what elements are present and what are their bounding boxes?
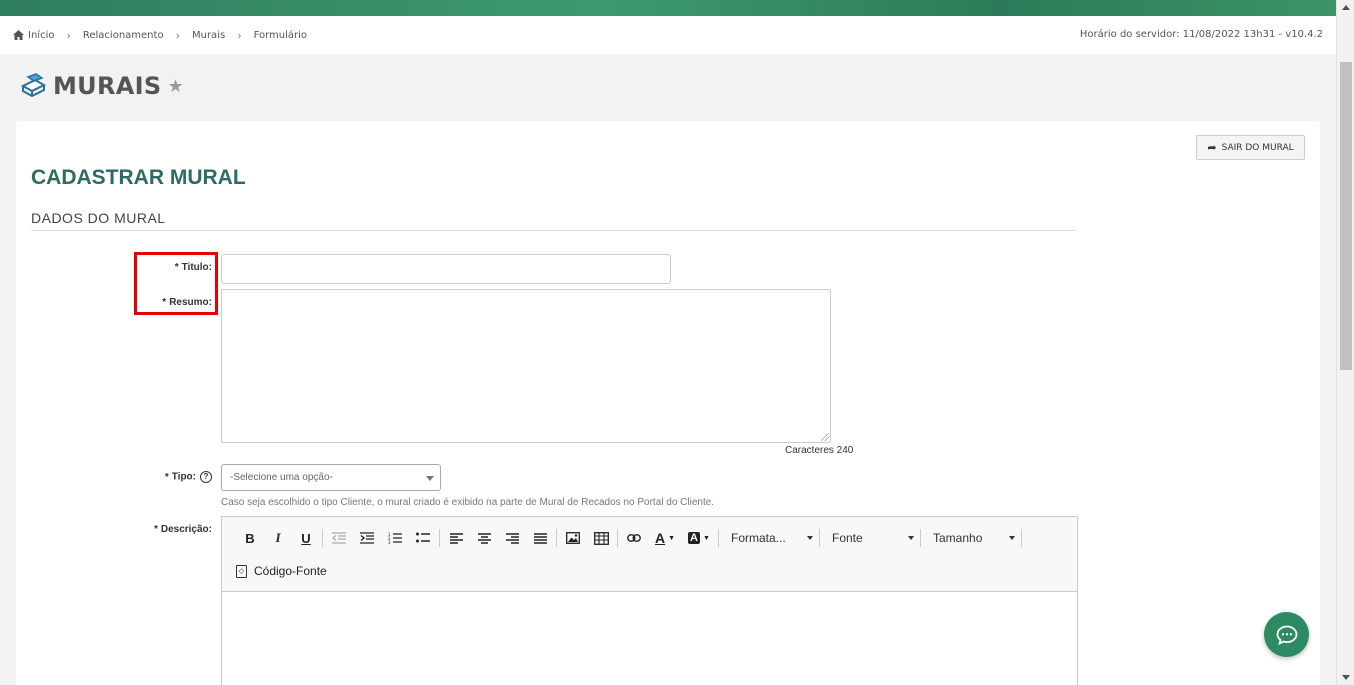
toolbar-separator: [718, 529, 719, 547]
underline-icon[interactable]: U: [292, 526, 320, 550]
editor-toolbar: B I U 123 A ▼ A ▼ Formata... Fonte Taman…: [222, 517, 1077, 592]
toolbar-separator: [322, 529, 323, 547]
breadcrumb-formulario: Formulário: [253, 29, 308, 41]
share-arrow-icon: ➦: [1207, 141, 1217, 154]
caret-down-icon: [807, 536, 813, 540]
toolbar-separator: [920, 529, 921, 547]
resize-handle[interactable]: [821, 433, 829, 441]
breadcrumb-murais[interactable]: Murais: [192, 30, 225, 41]
tipo-select-value: -Selecione uma opção-: [230, 472, 333, 483]
scroll-up-icon[interactable]: [1342, 5, 1350, 10]
bullet-list-icon[interactable]: [409, 526, 437, 550]
breadcrumb-home[interactable]: Início: [13, 30, 54, 41]
exit-mural-button[interactable]: ➦ SAIR DO MURAL: [1196, 135, 1305, 160]
tipo-hint: Caso seja escolhido o tipo Cliente, o mu…: [221, 497, 715, 508]
font-dropdown[interactable]: Fonte: [822, 526, 918, 550]
image-icon[interactable]: [559, 526, 587, 550]
titulo-label: * Titulo:: [174, 262, 212, 273]
background-color-icon[interactable]: A ▼: [682, 526, 716, 550]
align-right-icon[interactable]: [498, 526, 526, 550]
breadcrumb-relacionamento[interactable]: Relacionamento: [83, 30, 164, 41]
home-icon: [13, 30, 24, 40]
resumo-label: * Resumo:: [162, 297, 212, 308]
link-icon[interactable]: [620, 526, 648, 550]
page-title: MURAIS: [53, 72, 162, 100]
exit-mural-label: SAIR DO MURAL: [1221, 142, 1294, 153]
align-left-icon[interactable]: [442, 526, 470, 550]
breadcrumb-home-label: Início: [28, 29, 55, 41]
tipo-label: * Tipo:?: [92, 471, 212, 483]
top-accent-bar: [0, 0, 1336, 16]
breadcrumb: Início › Relacionamento › Murais › Formu…: [0, 16, 1336, 54]
align-center-icon[interactable]: [470, 526, 498, 550]
caret-down-icon: [908, 536, 914, 540]
size-dropdown-label: Tamanho: [933, 531, 983, 545]
toolbar-separator: [819, 529, 820, 547]
svg-text:3: 3: [388, 540, 391, 544]
page-header: MURAIS ★: [20, 72, 184, 100]
chevron-right-icon: ›: [237, 28, 242, 42]
toolbar-separator: [439, 529, 440, 547]
murais-icon: [20, 73, 46, 98]
rich-text-editor: B I U 123 A ▼ A ▼ Formata... Fonte Taman…: [221, 516, 1078, 685]
ordered-list-icon[interactable]: 123: [381, 526, 409, 550]
help-icon[interactable]: ?: [200, 471, 212, 483]
server-time: Horário do servidor: 11/08/2022 13h31 - …: [1079, 29, 1323, 40]
main-panel: ➦ SAIR DO MURAL CADASTRAR MURAL DADOS DO…: [16, 121, 1320, 685]
chat-bubble-icon: [1276, 625, 1297, 645]
star-icon[interactable]: ★: [167, 76, 183, 97]
tipo-select[interactable]: -Selecione uma opção-: [221, 464, 441, 491]
char-count: Caracteres 240: [785, 445, 854, 456]
editor-content-area[interactable]: [222, 592, 1077, 685]
source-code-icon: ◇: [236, 564, 247, 578]
align-justify-icon[interactable]: [526, 526, 554, 550]
bold-icon[interactable]: B: [236, 526, 264, 550]
size-dropdown[interactable]: Tamanho: [923, 526, 1019, 550]
chevron-right-icon: ›: [66, 28, 71, 42]
scroll-down-icon[interactable]: [1342, 675, 1350, 680]
descricao-label: * Descrição:: [153, 524, 212, 535]
page-scrollbar[interactable]: [1336, 0, 1354, 685]
form-title: CADASTRAR MURAL: [31, 166, 246, 189]
chat-button[interactable]: [1264, 612, 1309, 657]
toolbar-separator: [1021, 529, 1022, 547]
titulo-input[interactable]: [221, 254, 671, 284]
chevron-right-icon: ›: [175, 28, 180, 42]
format-dropdown-label: Formata...: [731, 531, 786, 545]
section-title: DADOS DO MURAL: [31, 210, 166, 226]
scrollbar-thumb[interactable]: [1340, 62, 1352, 370]
text-color-icon[interactable]: A ▼: [648, 526, 682, 550]
indent-icon[interactable]: [353, 526, 381, 550]
format-dropdown[interactable]: Formata...: [721, 526, 817, 550]
section-divider: [31, 230, 1076, 231]
caret-down-icon: [426, 476, 434, 481]
resumo-textarea[interactable]: [221, 289, 831, 443]
outdent-icon[interactable]: [325, 526, 353, 550]
source-code-button[interactable]: ◇ Código-Fonte: [236, 559, 327, 583]
caret-down-icon: [1009, 536, 1015, 540]
italic-icon[interactable]: I: [264, 526, 292, 550]
toolbar-separator: [556, 529, 557, 547]
font-dropdown-label: Fonte: [832, 531, 863, 545]
toolbar-separator: [617, 529, 618, 547]
table-icon[interactable]: [587, 526, 615, 550]
source-code-label: Código-Fonte: [254, 564, 327, 578]
